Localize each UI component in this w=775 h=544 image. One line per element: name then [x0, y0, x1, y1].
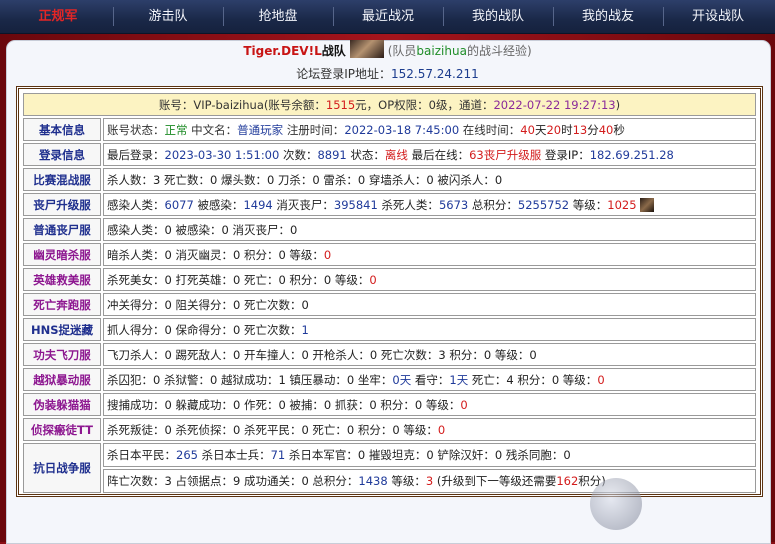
row-label-detective: 侦探瘢徒TT [23, 418, 101, 441]
row-label-basic: 基本信息 [23, 118, 101, 141]
nav-divider [223, 7, 224, 26]
row-label-antiwar: 抗日战争服 [23, 443, 101, 493]
row-value-login: 最后登录：2023-03-30 1:51:00 次数：8891 状态：离线 最后… [103, 143, 756, 166]
row-value-zombie-up: 感染人类：6077 被感染：1494 消灭丧尸：395841 杀死人类：5673… [103, 193, 756, 216]
forum-ip-label: 论坛登录IP地址： [296, 67, 391, 81]
table-row: 侦探瘢徒TT 杀死叛徒：0 杀死侦探：0 杀死平民：0 死亡：0 积分：0 等级… [23, 418, 756, 441]
player-header: Tiger.DEV!L战队 (队员baizihua的战斗经验) 论坛登录IP地址：… [6, 40, 769, 86]
team-title: Tiger.DEV!L战队 (队员baizihua的战斗经验) [6, 40, 769, 60]
table-row: 丧尸升级服 感染人类：6077 被感染：1494 消灭丧尸：395841 杀死人… [23, 193, 756, 216]
row-label-zombie-normal: 普通丧尸服 [23, 218, 101, 241]
forum-ip: 论坛登录IP地址：152.57.24.211 [6, 66, 769, 82]
row-label-login: 登录信息 [23, 143, 101, 166]
table-row: 基本信息 账号状态：正常 中文名：普通玩家 注册时间：2022-03-18 7:… [23, 118, 756, 141]
row-value-hide: 搜捕成功：0 躲藏成功：0 作死：0 被捕：0 抓获：0 积分：0 等级：0 [103, 393, 756, 416]
nav-my-team[interactable]: 我的战队 [448, 0, 548, 33]
account-status: 正常 [164, 122, 188, 137]
row-value-detective: 杀死叛徒：0 杀死侦探：0 杀死平民：0 死亡：0 积分：0 等级：0 [103, 418, 756, 441]
table-row: 越狱暴动服 杀囚犯：0 杀狱警：0 越狱成功：1 镇压暴动：0 坐牢：0天 看守… [23, 368, 756, 391]
row-value-basic: 账号状态：正常 中文名：普通玩家 注册时间：2022-03-18 7:45:00… [103, 118, 756, 141]
top-nav: 正规军 游击队 抢地盘 最近战况 我的战队 我的战友 开设战队 [0, 0, 775, 34]
last-login: 2023-03-30 1:51:00 [164, 147, 280, 162]
row-label-death: 死亡奔跑服 [23, 293, 101, 316]
chinese-name: 普通玩家 [237, 122, 284, 137]
row-label-hns: HNS捉迷藏 [23, 318, 101, 341]
account-info: 账号：VIP-baizihua(账号余额：1515元，OP权限：0级，通道：20… [23, 93, 756, 116]
table-row: 死亡奔跑服 冲关得分：0 阻关得分：0 死亡次数：0 [23, 293, 756, 316]
row-value-zombie-normal: 感染人类：0 被感染：0 消灭丧尸：0 [103, 218, 756, 241]
row-label-knife: 功夫飞刀服 [23, 343, 101, 366]
member-name: baizihua [416, 44, 467, 58]
nav-guerrilla[interactable]: 游击队 [118, 0, 218, 33]
table-row: 普通丧尸服 感染人类：0 被感染：0 消灭丧尸：0 [23, 218, 756, 241]
row-label-hero: 英雄救美服 [23, 268, 101, 291]
stats-table: 账号：VIP-baizihua(账号余额：1515元，OP权限：0级，通道：20… [16, 86, 763, 497]
row-label-jail: 越狱暴动服 [23, 368, 101, 391]
last-server: 63丧尸升级服 [469, 147, 542, 162]
nav-divider [663, 7, 664, 26]
table-row: 幽灵暗杀服 暗杀人类：0 消灭幽灵：0 积分：0 等级：0 [23, 243, 756, 266]
team-suffix: 战队 [321, 44, 346, 58]
row-value-hns: 抓人得分：0 保命得分：0 死亡次数：1 [103, 318, 756, 341]
forum-ip-value: 152.57.24.211 [390, 67, 479, 81]
nav-my-friends[interactable]: 我的战友 [558, 0, 658, 33]
team-name[interactable]: Tiger.DEV!L [243, 44, 321, 58]
row-value-antiwar-1: 杀日本平民：265 杀日本士兵：71 杀日本军官：0 摧毁坦克：0 铲除汉奸：0… [103, 443, 756, 467]
watermark-logo-icon [590, 478, 642, 530]
account-channel-time: 2022-07-22 19:27:13 [493, 97, 616, 112]
account-balance: 1515 [325, 97, 356, 112]
nav-recent-battles[interactable]: 最近战况 [338, 0, 438, 33]
table-row: 登录信息 最后登录：2023-03-30 1:51:00 次数：8891 状态：… [23, 143, 756, 166]
table-row: 功夫飞刀服 飞刀杀人：0 踢死敌人：0 开车撞人：0 开枪杀人：0 死亡次数：3… [23, 343, 756, 366]
nav-divider [333, 7, 334, 26]
row-label-mix: 比赛混战服 [23, 168, 101, 191]
nav-divider [443, 7, 444, 26]
register-time: 2022-03-18 7:45:00 [344, 122, 460, 137]
team-avatar-icon [349, 40, 384, 58]
rank-avatar-icon [640, 197, 655, 212]
nav-territory[interactable]: 抢地盘 [228, 0, 328, 33]
login-count: 8891 [317, 147, 347, 162]
table-row: 比赛混战服 杀人数：3 死亡数：0 爆头数：0 刀杀：0 雷杀：0 穿墙杀人：0… [23, 168, 756, 191]
table-row: 抗日战争服 杀日本平民：265 杀日本士兵：71 杀日本军官：0 摧毁坦克：0 … [23, 443, 756, 493]
table-row: 英雄救美服 杀死美女：0 打死英雄：0 死亡：0 积分：0 等级：0 [23, 268, 756, 291]
row-label-zombie-up: 丧尸升级服 [23, 193, 101, 216]
row-label-hide: 伪装躲猫猫 [23, 393, 101, 416]
site-watermark [590, 470, 775, 542]
member-note: (队员baizihua的战斗经验) [387, 44, 532, 58]
nav-regular-army[interactable]: 正规军 [8, 0, 108, 33]
account-row: 账号：VIP-baizihua(账号余额：1515元，OP权限：0级，通道：20… [23, 93, 756, 116]
row-value-hero: 杀死美女：0 打死英雄：0 死亡：0 积分：0 等级：0 [103, 268, 756, 291]
row-value-jail: 杀囚犯：0 杀狱警：0 越狱成功：1 镇压暴动：0 坐牢：0天 看守：1天 死亡… [103, 368, 756, 391]
row-value-ghost: 暗杀人类：0 消灭幽灵：0 积分：0 等级：0 [103, 243, 756, 266]
nav-create-team[interactable]: 开设战队 [668, 0, 768, 33]
row-label-ghost: 幽灵暗杀服 [23, 243, 101, 266]
row-value-mix: 杀人数：3 死亡数：0 爆头数：0 刀杀：0 雷杀：0 穿墙杀人：0 被闪杀人：… [103, 168, 756, 191]
nav-divider [113, 7, 114, 26]
row-value-death: 冲关得分：0 阻关得分：0 死亡次数：0 [103, 293, 756, 316]
table-row: HNS捉迷藏 抓人得分：0 保命得分：0 死亡次数：1 [23, 318, 756, 341]
table-row: 伪装躲猫猫 搜捕成功：0 躲藏成功：0 作死：0 被捕：0 抓获：0 积分：0 … [23, 393, 756, 416]
login-ip: 182.69.251.28 [589, 147, 674, 162]
nav-divider [553, 7, 554, 26]
online-state: 离线 [384, 147, 408, 162]
row-value-knife: 飞刀杀人：0 踢死敌人：0 开车撞人：0 开枪杀人：0 死亡次数：3 积分：0 … [103, 343, 756, 366]
